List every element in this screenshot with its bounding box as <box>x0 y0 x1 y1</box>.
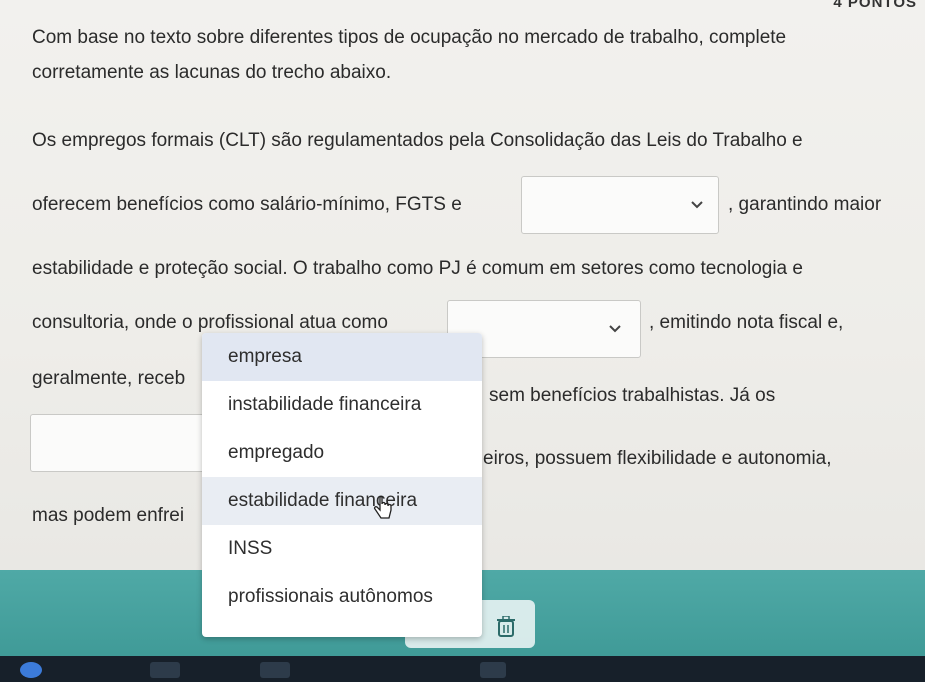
option-estabilidade-financeira[interactable]: estabilidade financeira <box>202 477 482 525</box>
taskbar-app-icon[interactable] <box>260 662 290 678</box>
option-empregado[interactable]: empregado <box>202 429 482 477</box>
passage-line-4b: , emitindo nota fiscal e, <box>649 312 844 333</box>
taskbar <box>0 656 925 682</box>
prompt-line-2: corretamente as lacunas do trecho abaixo… <box>32 62 392 83</box>
passage-line-1: Os empregos formais (CLT) são regulament… <box>32 130 803 151</box>
passage-line-2b: , garantindo maior <box>728 194 882 215</box>
blank-dropdown-1[interactable] <box>521 176 719 234</box>
hand-cursor-icon <box>373 496 392 519</box>
passage-line-7a: mas podem enfrei <box>32 505 185 526</box>
blank-dropdown-3[interactable] <box>30 414 230 472</box>
passage-line-6b: eiros, possuem flexibilidade e autonomia… <box>483 448 832 469</box>
taskbar-app-icon[interactable] <box>480 662 506 678</box>
option-instabilidade-financeira[interactable]: instabilidade financeira <box>202 381 482 429</box>
chevron-down-icon <box>609 325 621 333</box>
trash-icon[interactable] <box>497 616 515 638</box>
chevron-down-icon <box>691 201 703 209</box>
taskbar-app-icon[interactable] <box>150 662 180 678</box>
option-inss[interactable]: INSS <box>202 525 482 573</box>
prompt-line-1: Com base no texto sobre diferentes tipos… <box>32 27 787 48</box>
points-label: 4 PONTOS <box>833 0 917 11</box>
option-empresa[interactable]: empresa <box>202 333 482 381</box>
passage-line-5a: geralmente, receb <box>32 368 186 389</box>
passage-line-3: estabilidade e proteção social. O trabal… <box>32 258 803 279</box>
browser-icon[interactable] <box>20 662 42 678</box>
passage-line-4a: consultoria, onde o profissional atua co… <box>32 312 388 333</box>
dropdown-options-menu[interactable]: empresa instabilidade financeira emprega… <box>202 333 482 637</box>
passage-line-2a: oferecem benefícios como salário-mínimo,… <box>32 194 462 215</box>
option-profissionais-autonomos[interactable]: profissionais autônomos <box>202 573 482 621</box>
passage-line-5b: sem benefícios trabalhistas. Já os <box>489 385 776 406</box>
